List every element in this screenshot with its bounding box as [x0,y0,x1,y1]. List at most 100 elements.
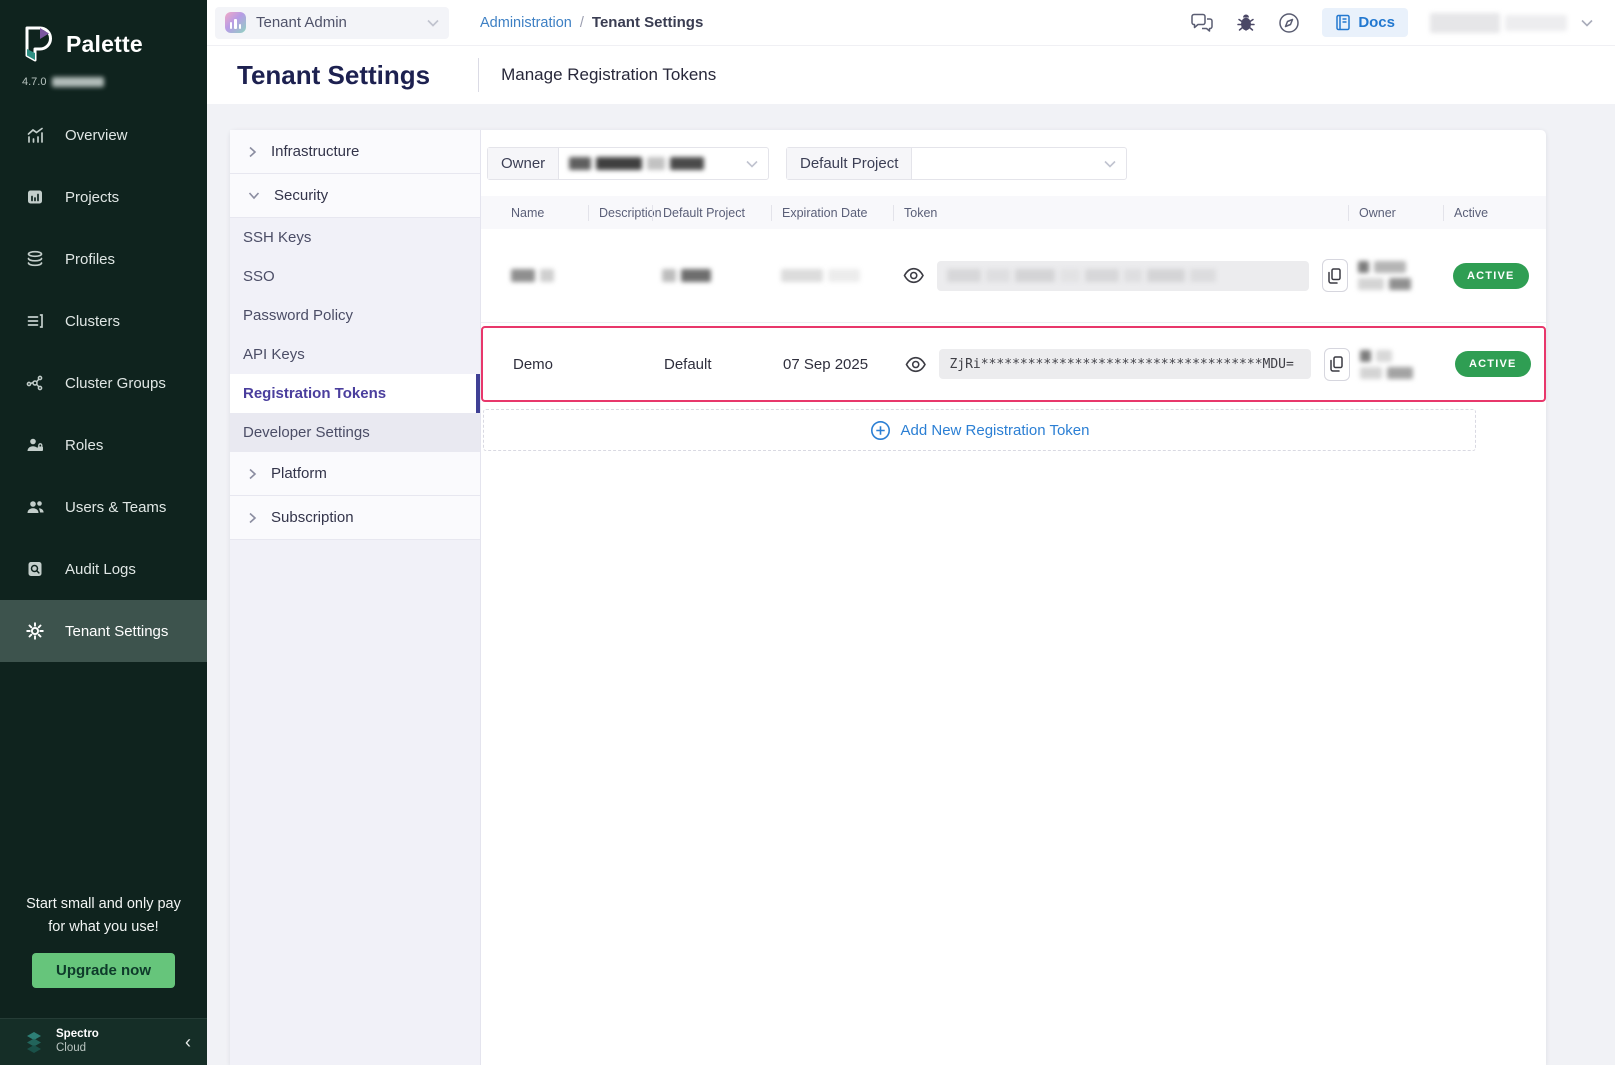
sidebar-item-label: Profiles [65,251,115,268]
submenu-item-password-policy[interactable]: Password Policy [230,296,480,335]
brand-name-line2: Cloud [56,1042,99,1056]
add-registration-token-button[interactable]: Add New Registration Token [483,409,1476,451]
roles-icon [24,435,46,455]
topbar: Tenant Admin Administration / Tenant Set… [207,0,1615,46]
chevron-right-icon [248,468,257,480]
docs-label: Docs [1358,14,1395,31]
version-number: 4.7.0 [22,76,46,88]
cell-expiration-date: 07 Sep 2025 [773,356,895,373]
add-token-label: Add New Registration Token [901,422,1090,439]
eye-icon[interactable] [905,356,926,373]
submenu-item-ssh-keys[interactable]: SSH Keys [230,218,480,257]
sidebar-item-label: Roles [65,437,103,454]
menu-group-security[interactable]: Security [230,174,480,218]
breadcrumb-parent[interactable]: Administration [480,15,572,31]
upgrade-promo: Start small and only pay for what you us… [0,893,207,988]
chevron-right-icon [248,146,257,158]
audit-logs-icon [24,559,46,579]
breadcrumb-current: Tenant Settings [592,14,703,31]
submenu-item-registration-tokens[interactable]: Registration Tokens [230,374,480,413]
cell-active: ACTIVE [1443,263,1546,289]
sidebar-item-overview[interactable]: Overview [0,104,207,166]
sidebar-item-projects[interactable]: Projects [0,166,207,228]
breadcrumb-separator: / [580,15,584,31]
chevron-down-icon [248,191,260,200]
default-project-filter[interactable]: Default Project [786,147,1127,180]
spectro-cloud-logo-icon [22,1030,46,1054]
cell-expiration-redacted [771,269,893,282]
compass-icon[interactable] [1278,12,1300,34]
docs-button[interactable]: Docs [1322,8,1408,37]
col-header-token: Token [893,205,1348,221]
submenu-item-developer-settings[interactable]: Developer Settings [230,413,480,452]
user-menu[interactable] [1430,13,1593,33]
status-badge: ACTIVE [1453,263,1529,289]
version-row: 4.7.0 [0,66,207,88]
chevron-right-icon [248,512,257,524]
brand-bar: Spectro Cloud ‹ [0,1018,207,1065]
col-header-active: Active [1443,205,1546,221]
sidebar-item-label: Cluster Groups [65,375,166,392]
status-badge: ACTIVE [1455,351,1531,377]
cell-token: ZjRi************************************… [895,348,1350,381]
clusters-icon [24,311,46,331]
owner-filter[interactable]: Owner [487,147,769,180]
plus-circle-icon [870,420,891,441]
scope-value: Tenant Admin [256,14,347,31]
col-header-name: Name [481,205,588,221]
menu-group-label: Infrastructure [271,143,359,160]
main-sidebar: Palette 4.7.0 Overview Projects [0,0,207,1065]
registration-tokens-panel: Owner Default Project [481,130,1546,1065]
sidebar-item-clusters[interactable]: Clusters [0,290,207,352]
menu-group-subscription[interactable]: Subscription [230,496,480,540]
copy-token-button[interactable] [1322,259,1348,292]
menu-group-infrastructure[interactable]: Infrastructure [230,130,480,174]
content-area: Infrastructure Security SSH Keys SSO Pas… [207,104,1615,1065]
header-divider [478,58,479,92]
chevron-down-icon [746,160,768,168]
sidebar-item-roles[interactable]: Roles [0,414,207,476]
book-icon [1335,14,1351,31]
col-header-expiration-date: Expiration Date [771,205,893,221]
eye-icon[interactable] [903,267,924,284]
version-redacted [52,77,104,87]
overview-icon [24,125,46,145]
sidebar-item-profiles[interactable]: Profiles [0,228,207,290]
sidebar-item-users-teams[interactable]: Users & Teams [0,476,207,538]
submenu-item-api-keys[interactable]: API Keys [230,335,480,374]
bar-chart-icon [225,12,246,33]
gear-icon [24,621,46,641]
col-header-owner: Owner [1348,205,1443,221]
scope-selector[interactable]: Tenant Admin [215,7,449,39]
table-row[interactable]: ACTIVE [481,229,1546,323]
cell-default-project-redacted [652,269,771,282]
cell-name-redacted [481,269,588,282]
promo-line2: for what you use! [14,916,193,938]
owner-filter-value-redacted [559,157,714,170]
cell-name: Demo [483,356,590,373]
bug-icon[interactable] [1236,12,1256,33]
page-header: Tenant Settings Manage Registration Toke… [207,46,1615,104]
sidebar-item-audit-logs[interactable]: Audit Logs [0,538,207,600]
upgrade-now-button[interactable]: Upgrade now [32,953,175,988]
cell-owner-redacted [1350,350,1445,379]
table-row-highlighted[interactable]: Demo Default 07 Sep 2025 ZjRi***********… [481,326,1546,402]
cluster-groups-icon [24,373,46,393]
brand-logo: Palette [0,0,207,66]
copy-token-button[interactable] [1324,348,1350,381]
menu-group-platform[interactable]: Platform [230,452,480,496]
chat-icon[interactable] [1190,13,1214,33]
main-area: Tenant Admin Administration / Tenant Set… [207,0,1615,1065]
palette-logo-icon [20,24,56,64]
app-name: Palette [66,31,143,58]
profiles-icon [24,249,46,269]
sidebar-collapse-icon[interactable]: ‹ [185,1032,191,1053]
col-header-description: Description [588,205,652,221]
sidebar-item-label: Audit Logs [65,561,136,578]
submenu-item-sso[interactable]: SSO [230,257,480,296]
sidebar-item-tenant-settings[interactable]: Tenant Settings [0,600,207,662]
projects-icon [24,187,46,207]
sidebar-item-cluster-groups[interactable]: Cluster Groups [0,352,207,414]
users-teams-icon [24,497,46,517]
menu-group-label: Platform [271,465,327,482]
